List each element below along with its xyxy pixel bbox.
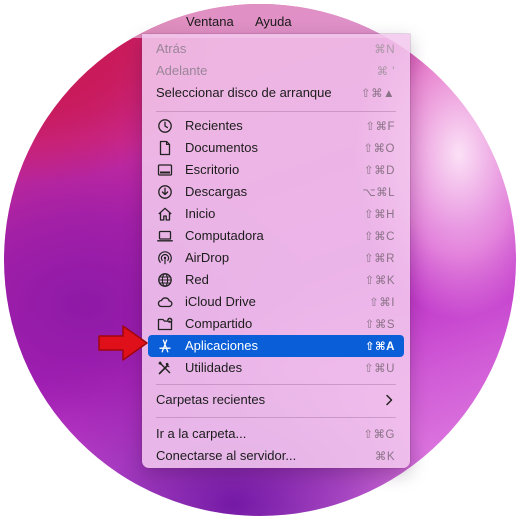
menu-item-shortcut: ⇧⌘O bbox=[363, 143, 395, 155]
menu-item-label: Escritorio bbox=[185, 162, 240, 177]
menu-separator bbox=[156, 384, 396, 385]
menu-bar-ayuda[interactable]: Ayuda bbox=[255, 14, 292, 29]
menu-bar-ventana[interactable]: Ventana bbox=[186, 14, 234, 29]
menu-item-label: Aplicaciones bbox=[185, 338, 258, 353]
menu-item-shortcut: ⌘ ' bbox=[376, 66, 395, 78]
menu-item-label: Seleccionar disco de arranque bbox=[156, 85, 332, 100]
menu-item-shortcut: ⇧⌘G bbox=[363, 429, 395, 441]
menu-item-seleccionar-disco[interactable]: Seleccionar disco de arranque ⇧⌘▲ bbox=[148, 82, 404, 104]
menu-item-airdrop[interactable]: AirDrop ⇧⌘R bbox=[148, 247, 404, 269]
menu-item-shortcut: ⇧⌘F bbox=[365, 121, 395, 133]
menu-item-inicio[interactable]: Inicio ⇧⌘H bbox=[148, 203, 404, 225]
menu-item-red[interactable]: Red ⇧⌘K bbox=[148, 269, 404, 291]
menu-item-label: Recientes bbox=[185, 118, 243, 133]
menu-item-shortcut: ⌥⌘L bbox=[362, 187, 395, 199]
menu-item-aplicaciones[interactable]: Aplicaciones ⇧⌘A bbox=[148, 335, 404, 357]
menu-bar: Ventana Ayuda bbox=[4, 4, 516, 38]
menu-item-shortcut: ⇧⌘C bbox=[364, 231, 395, 243]
menu-item-adelante[interactable]: Adelante ⌘ ' bbox=[148, 60, 404, 82]
menu-item-shortcut: ⇧⌘I bbox=[369, 297, 395, 309]
menu-item-descargas[interactable]: Descargas ⌥⌘L bbox=[148, 181, 404, 203]
menu-item-label: Atrás bbox=[156, 41, 187, 56]
menu-item-ir-a-la-carpeta[interactable]: Ir a la carpeta... ⇧⌘G bbox=[148, 423, 404, 445]
clock-icon bbox=[157, 118, 173, 134]
menu-item-label: Adelante bbox=[156, 63, 208, 78]
menu-item-atras[interactable]: Atrás ⌘N bbox=[148, 38, 404, 60]
globe-icon bbox=[157, 272, 173, 288]
menu-item-recientes[interactable]: Recientes ⇧⌘F bbox=[148, 115, 404, 137]
chevron-right-icon bbox=[383, 392, 395, 408]
menu-item-label: Ir a la carpeta... bbox=[156, 426, 247, 441]
menu-item-label: Red bbox=[185, 272, 209, 287]
menu-item-carpetas-recientes[interactable]: Carpetas recientes bbox=[148, 389, 404, 411]
menu-item-label: Carpetas recientes bbox=[156, 392, 266, 407]
download-icon bbox=[157, 184, 173, 200]
menu-item-label: Utilidades bbox=[185, 360, 243, 375]
menu-item-label: Compartido bbox=[185, 316, 253, 331]
airdrop-icon bbox=[157, 250, 173, 266]
menu-item-label: Documentos bbox=[185, 140, 258, 155]
menu-item-label: Conectarse al servidor... bbox=[156, 448, 297, 463]
menu-item-shortcut: ⇧⌘R bbox=[364, 253, 395, 265]
desktop-icon bbox=[157, 162, 173, 178]
menu-item-compartido[interactable]: Compartido ⇧⌘S bbox=[148, 313, 404, 335]
applications-icon bbox=[157, 338, 173, 354]
menu-item-label: iCloud Drive bbox=[185, 294, 256, 309]
menu-item-utilidades[interactable]: Utilidades ⇧⌘U bbox=[148, 357, 404, 379]
menu-item-documentos[interactable]: Documentos ⇧⌘O bbox=[148, 137, 404, 159]
cloud-icon bbox=[157, 294, 173, 310]
laptop-icon bbox=[157, 228, 173, 244]
menu-item-shortcut: ⇧⌘H bbox=[364, 209, 395, 221]
menu-item-computadora[interactable]: Computadora ⇧⌘C bbox=[148, 225, 404, 247]
menu-separator bbox=[156, 111, 396, 112]
menu-separator bbox=[156, 417, 396, 418]
screenshot-stage: Ventana Ayuda Atrás ⌘N Adelante ⌘ ' Sele… bbox=[0, 0, 520, 520]
home-icon bbox=[157, 206, 173, 222]
menu-item-shortcut: ⌘K bbox=[374, 451, 395, 463]
menu-item-shortcut: ⇧⌘A bbox=[364, 341, 395, 353]
menu-item-shortcut: ⇧⌘▲ bbox=[360, 88, 395, 100]
menu-item-conectarse-al-servidor[interactable]: Conectarse al servidor... ⌘K bbox=[148, 445, 404, 467]
go-menu: Atrás ⌘N Adelante ⌘ ' Seleccionar disco … bbox=[142, 34, 410, 468]
menu-item-label: Descargas bbox=[185, 184, 248, 199]
document-icon bbox=[157, 140, 173, 156]
shared-folder-icon bbox=[157, 316, 173, 332]
red-pointer-arrow-icon bbox=[97, 323, 149, 363]
menu-item-label: AirDrop bbox=[185, 250, 230, 265]
menu-item-shortcut: ⇧⌘K bbox=[364, 275, 395, 287]
menu-item-shortcut: ⇧⌘U bbox=[364, 363, 395, 375]
menu-item-shortcut: ⇧⌘S bbox=[364, 319, 395, 331]
menu-item-escritorio[interactable]: Escritorio ⇧⌘D bbox=[148, 159, 404, 181]
menu-item-shortcut: ⇧⌘D bbox=[364, 165, 395, 177]
menu-item-shortcut: ⌘N bbox=[374, 44, 395, 56]
utilities-icon bbox=[157, 360, 173, 376]
menu-item-icloud-drive[interactable]: iCloud Drive ⇧⌘I bbox=[148, 291, 404, 313]
menu-item-label: Inicio bbox=[185, 206, 216, 221]
menu-item-label: Computadora bbox=[185, 228, 264, 243]
